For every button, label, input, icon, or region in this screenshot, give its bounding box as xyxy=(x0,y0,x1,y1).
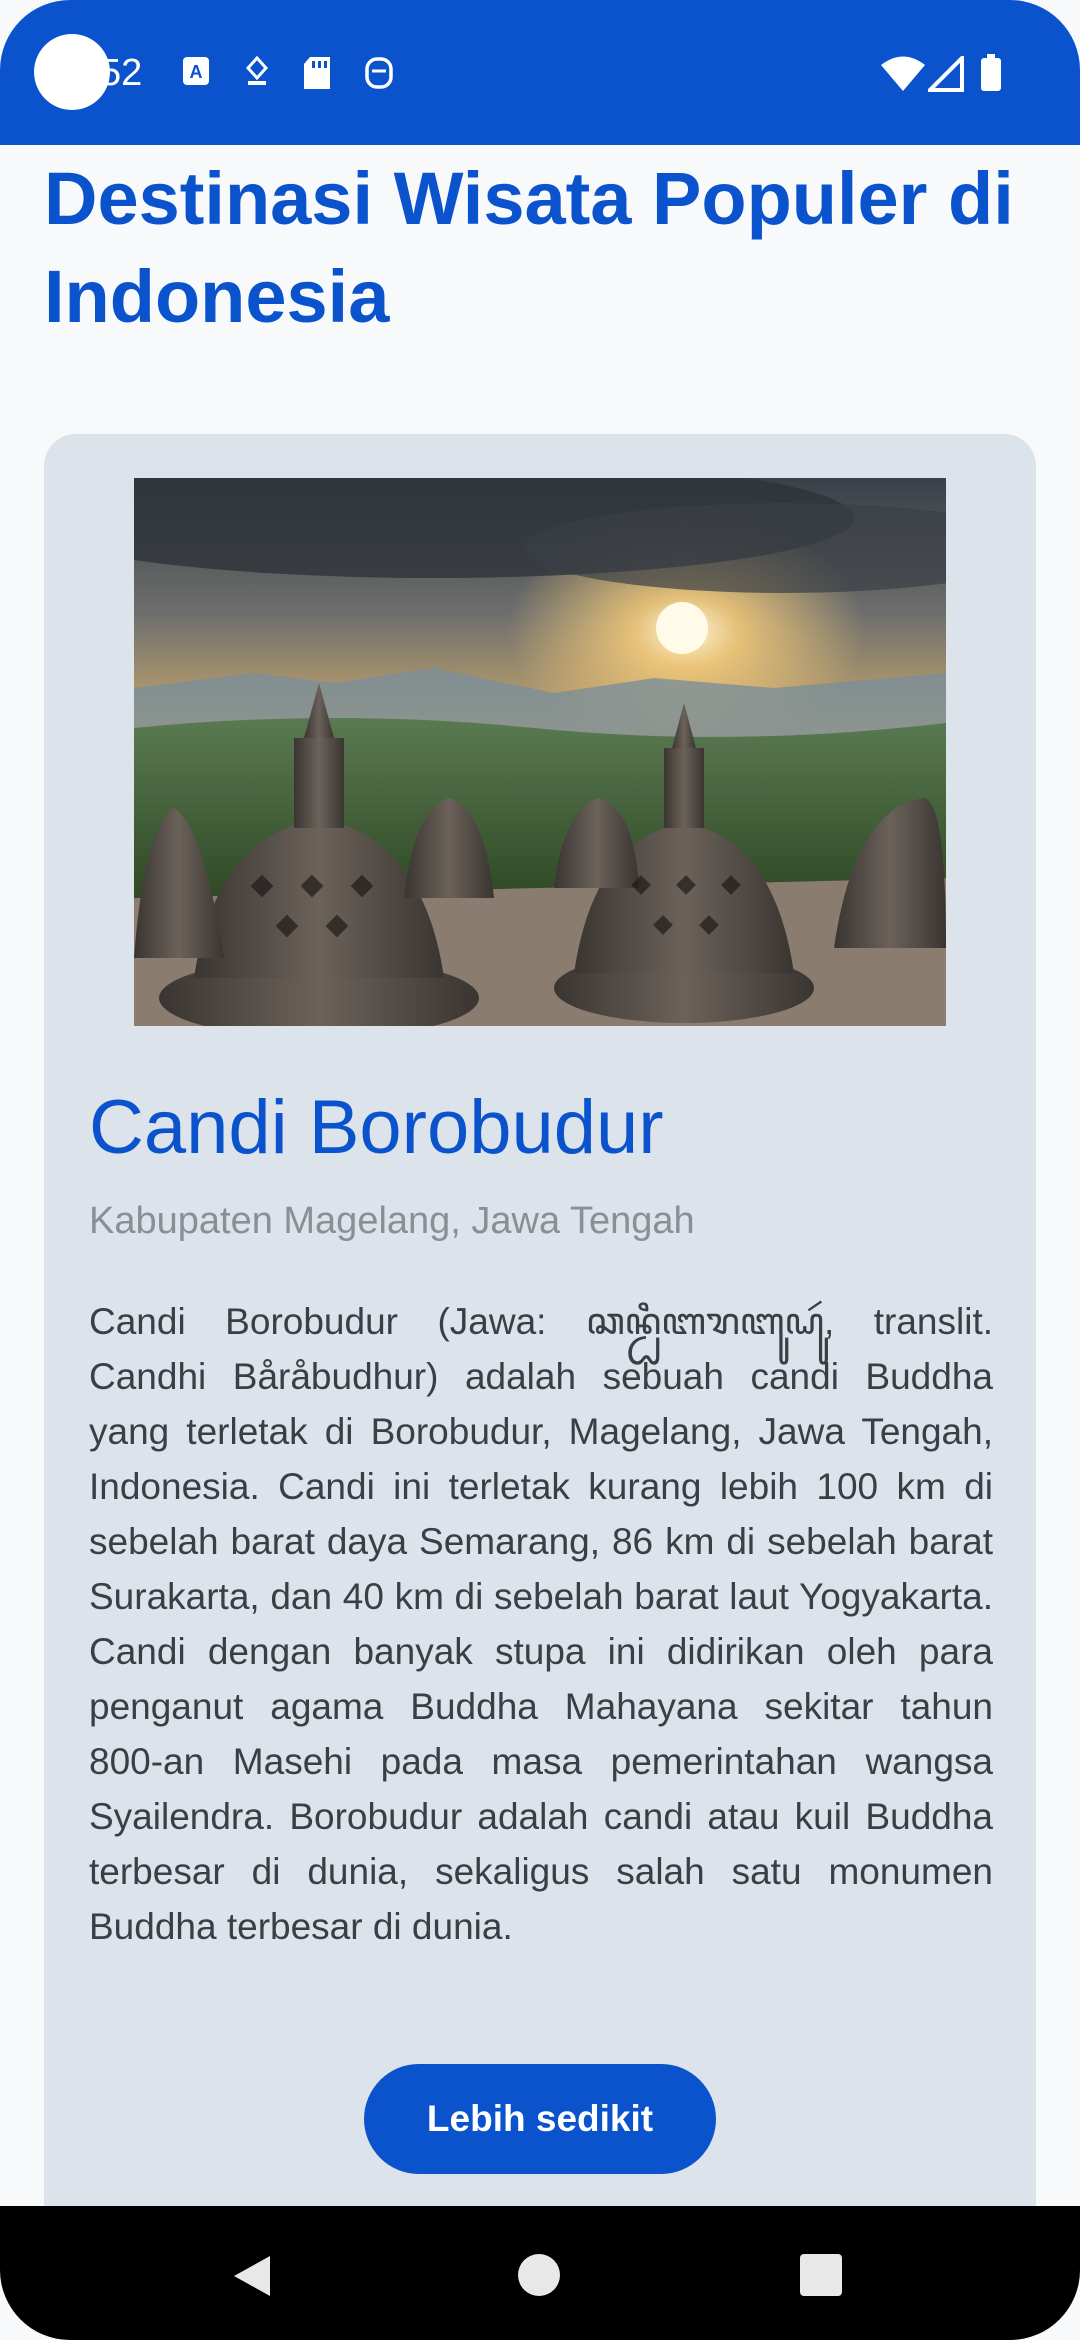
notification-a-icon: A xyxy=(183,57,209,85)
destination-name: Candi Borobudur xyxy=(89,1085,664,1170)
battery-icon xyxy=(981,54,1001,91)
recent-apps-icon[interactable] xyxy=(800,2254,842,2296)
show-less-button[interactable]: Lebih sedikit xyxy=(364,2064,716,2174)
home-icon[interactable] xyxy=(518,2254,560,2296)
system-nav-bar xyxy=(0,2206,1080,2340)
location-pin-icon xyxy=(245,56,269,85)
borobudur-sunset-image xyxy=(134,478,946,1026)
page-title: Destinasi Wisata Populer di Indonesia xyxy=(44,157,1014,338)
camera-cutout xyxy=(34,34,110,110)
svg-text:A: A xyxy=(190,62,203,82)
destination-description: Candi Borobudur (Jawa: ꦕꦤ꧀ꦝꦶꦧꦫꦧꦸꦝꦸꦂ, tra… xyxy=(89,1301,993,1947)
wifi-icon xyxy=(881,56,925,91)
back-icon[interactable] xyxy=(232,2254,272,2298)
status-time: 52 xyxy=(100,52,143,94)
destination-location: Kabupaten Magelang, Jawa Tengah xyxy=(89,1200,695,1242)
destination-card: Candi Borobudur Kabupaten Magelang, Jawa… xyxy=(44,434,1036,2234)
signal-icon xyxy=(928,56,964,92)
sd-card-icon xyxy=(304,57,330,89)
face-icon xyxy=(365,57,393,89)
status-bar: 52 A xyxy=(0,0,1080,145)
